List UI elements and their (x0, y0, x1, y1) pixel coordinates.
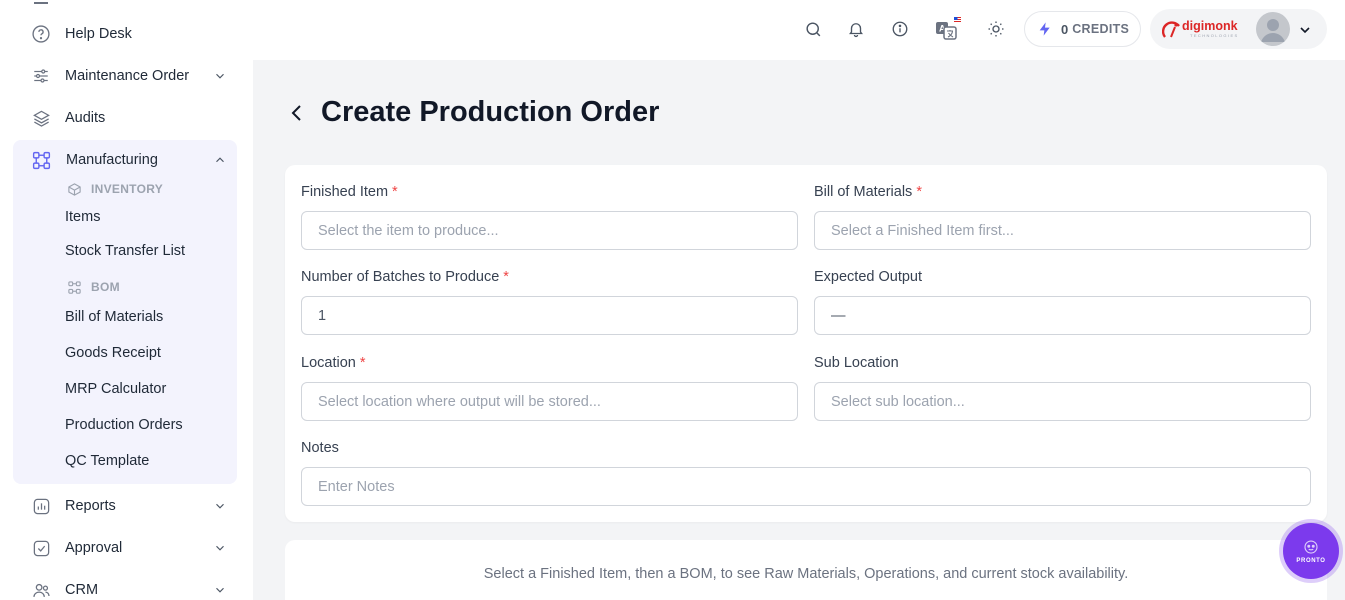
production-order-form: Finished Item * Select the item to produc… (285, 165, 1327, 522)
location-label: Location * (301, 355, 366, 371)
sidebar-item-approval[interactable]: Approval (30, 534, 227, 562)
expected-output-field: — (814, 296, 1311, 335)
user-avatar-icon (1256, 12, 1290, 46)
back-arrow-icon[interactable] (287, 102, 307, 124)
users-icon (30, 579, 52, 600)
search-icon[interactable] (802, 18, 824, 40)
sidebar-item-reports[interactable]: Reports (30, 492, 227, 520)
section-header-inventory: INVENTORY (66, 180, 163, 198)
sidebar-item-bill-of-materials[interactable]: Bill of Materials (65, 306, 163, 328)
chevron-down-icon (216, 503, 224, 509)
finished-item-select[interactable]: Select the item to produce... (301, 211, 798, 250)
sidebar-item-manufacturing[interactable]: Manufacturing (30, 146, 227, 174)
section-header-bom: BOM (66, 278, 120, 296)
expected-output-label: Expected Output (814, 269, 923, 285)
sidebar-item-label: Maintenance Order (65, 68, 190, 84)
bell-icon[interactable] (845, 18, 867, 40)
sidebar-item-label: Help Desk (65, 26, 132, 42)
lightning-icon (1039, 22, 1050, 36)
sidebar-item-crm[interactable]: CRM (30, 576, 227, 600)
sidebar-item-help-desk[interactable]: Help Desk (30, 20, 227, 48)
sub-location-select[interactable]: Select sub location... (814, 382, 1311, 421)
sidebar-item-production-orders[interactable]: Production Orders (65, 414, 183, 436)
notes-label: Notes (301, 440, 339, 456)
assistant-label: PRONTO (1296, 558, 1326, 564)
check-square-icon (30, 537, 52, 559)
sidebar-item-stock-transfer-list[interactable]: Stock Transfer List (65, 240, 185, 262)
materials-placeholder-card: Select a Finished Item, then a BOM, to s… (285, 540, 1327, 600)
sidebar-item-qc-template[interactable]: QC Template (65, 450, 149, 472)
credits-value: 0 (1061, 21, 1069, 37)
bar-chart-icon (30, 495, 52, 517)
sidebar-item-label: CRM (65, 582, 99, 598)
help-circle-icon (30, 23, 52, 45)
sliders-icon (30, 65, 52, 87)
chevron-down-icon (216, 545, 224, 551)
page-title: Create Production Order (321, 96, 660, 128)
info-icon[interactable] (889, 18, 911, 40)
sidebar-item-audits[interactable]: Audits (30, 104, 227, 132)
sidebar-item-goods-receipt[interactable]: Goods Receipt (65, 342, 161, 364)
modules-icon (30, 149, 52, 171)
profile-menu[interactable]: digimonk TECHNOLOGIES (1150, 9, 1327, 49)
batches-input[interactable]: 1 (301, 296, 798, 335)
chevron-down-icon (1300, 27, 1310, 34)
modules-icon (66, 279, 82, 295)
brand-mark-icon (1162, 21, 1180, 38)
sun-icon[interactable] (985, 18, 1007, 40)
sidebar-item-mrp-calculator[interactable]: MRP Calculator (65, 378, 166, 400)
sidebar-item-label: Audits (65, 110, 106, 126)
translate-icon[interactable]: A (935, 17, 961, 40)
sidebar-item-maintenance-order[interactable]: Maintenance Order (30, 62, 227, 90)
sidebar-item-label: Manufacturing (66, 152, 158, 168)
section-label: BOM (91, 280, 120, 294)
assistant-fab-button[interactable]: PRONTO (1283, 523, 1339, 579)
sidebar-item-label: Reports (65, 498, 116, 514)
partial-icon (34, 0, 48, 4)
notes-input[interactable]: Enter Notes (301, 467, 1311, 506)
main-content: Create Production Order Finished Item * S… (253, 60, 1345, 600)
assistant-icon (1304, 540, 1318, 554)
section-label: INVENTORY (91, 182, 164, 196)
credits-label: CREDITS (1072, 22, 1130, 36)
bill-of-materials-select[interactable]: Select a Finished Item first... (814, 211, 1311, 250)
sidebar-item-items[interactable]: Items (65, 206, 100, 228)
brand-tagline: TECHNOLOGIES (1190, 33, 1239, 38)
avatar[interactable] (1256, 12, 1290, 46)
credits-button[interactable]: 0 CREDITS (1024, 11, 1141, 47)
brand-name: digimonk (1182, 19, 1238, 33)
chevron-up-icon (216, 157, 224, 163)
box-icon (66, 181, 82, 197)
location-select[interactable]: Select location where output will be sto… (301, 382, 798, 421)
bill-of-materials-label: Bill of Materials * (814, 184, 922, 200)
batches-label: Number of Batches to Produce * (301, 269, 509, 285)
sidebar-item-label: Approval (65, 540, 123, 556)
empty-state-hint: Select a Finished Item, then a BOM, to s… (483, 566, 1129, 582)
chevron-down-icon (216, 73, 224, 79)
sub-location-label: Sub Location (814, 355, 899, 371)
finished-item-label: Finished Item * (301, 184, 398, 200)
chevron-down-icon (216, 587, 224, 593)
sidebar: Help Desk Maintenance Order Audits Manuf… (0, 0, 253, 600)
layers-icon (30, 107, 52, 129)
brand-logo: digimonk TECHNOLOGIES (1162, 18, 1242, 40)
